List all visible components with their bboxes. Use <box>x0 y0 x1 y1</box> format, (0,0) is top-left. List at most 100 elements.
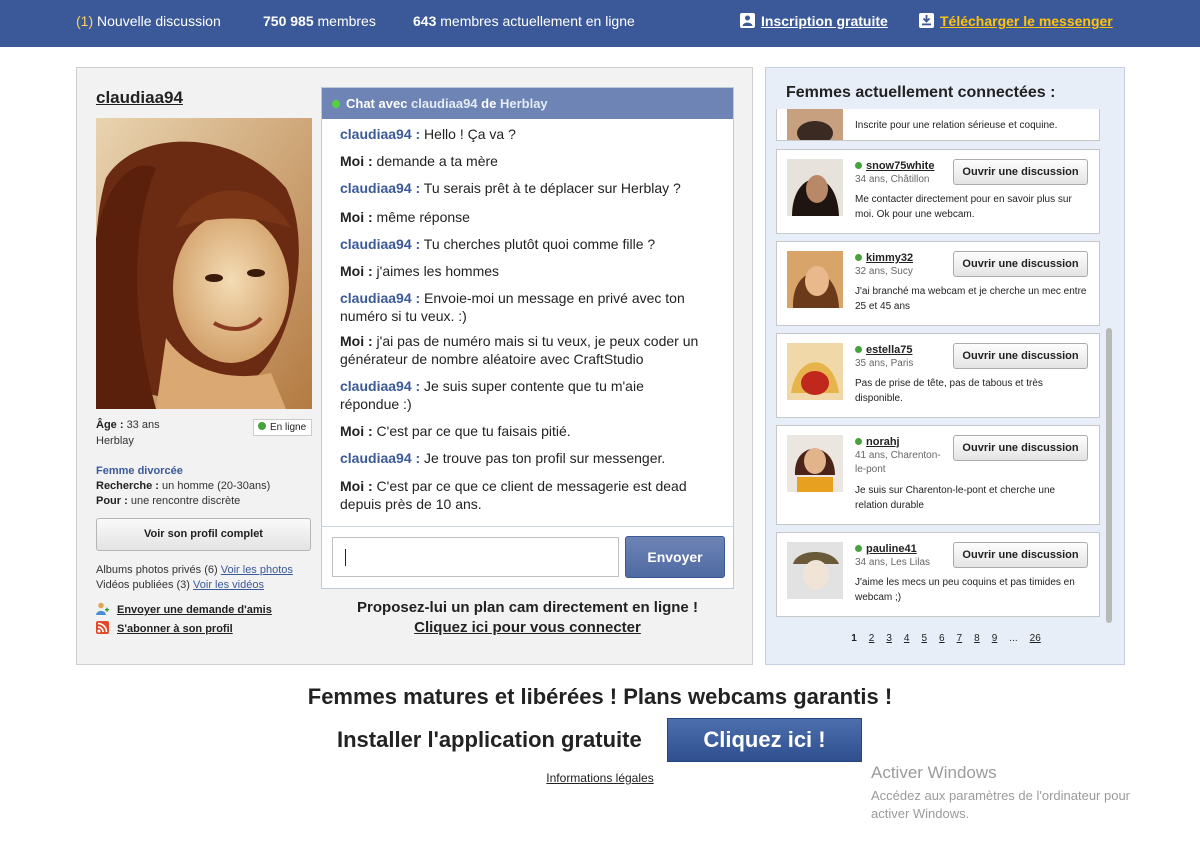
member-meta: 32 ans, Sucy <box>855 266 913 277</box>
purpose-value: une rencontre discrète <box>130 495 241 507</box>
windows-activation-watermark: Activer Windows Accédez aux paramètres d… <box>871 763 1161 823</box>
message-sender: claudiaa94 : <box>340 290 421 306</box>
friend-request-label: Envoyer une demande d'amis <box>117 604 272 616</box>
page-link[interactable]: 8 <box>974 633 980 644</box>
member-avatar[interactable] <box>787 343 843 400</box>
new-discussion-count: (1) <box>76 13 94 29</box>
page-link[interactable]: 7 <box>957 633 963 644</box>
message-text: Tu cherches plutôt quoi comme fille ? <box>423 236 656 252</box>
member-description: Inscrite pour une relation sérieuse et c… <box>855 120 1058 131</box>
add-friend-icon <box>96 602 109 615</box>
chat-header-mid: de <box>481 96 497 111</box>
view-full-profile-button[interactable]: Voir son profil complet <box>96 518 311 551</box>
chat-header-name: claudiaa94 <box>411 96 478 111</box>
connect-link[interactable]: Cliquez ici pour vous connecter <box>321 618 734 638</box>
message-text: Je trouve pas ton profil sur messenger. <box>424 450 666 466</box>
member-avatar[interactable] <box>787 159 843 216</box>
chat-divider <box>322 526 733 527</box>
chat-message: claudiaa94 : Je suis super contente que … <box>340 377 700 413</box>
member-name-label: pauline41 <box>866 543 917 555</box>
new-discussion-notice[interactable]: (1) Nouvelle discussion <box>76 13 221 29</box>
member-name[interactable]: snow75white <box>855 160 934 172</box>
download-icon <box>919 13 934 28</box>
chat-message: Moi : demande a ta mère <box>340 152 732 170</box>
promo-headline: Femmes matures et libérées ! Plans webca… <box>307 684 893 709</box>
page-link[interactable]: 5 <box>921 633 927 644</box>
member-name[interactable]: kimmy32 <box>855 252 913 264</box>
page-link[interactable]: 3 <box>886 633 892 644</box>
member-avatar[interactable] <box>787 109 843 140</box>
message-sender: Moi : <box>340 209 373 225</box>
member-avatar[interactable] <box>787 251 843 308</box>
profile-seeking-line: Recherche : un homme (20-30ans) <box>96 479 270 494</box>
legal-info-label[interactable]: Informations légales <box>546 771 653 785</box>
member-name-label: norahj <box>866 436 900 448</box>
subscribe-label: S'abonner à son profil <box>117 623 233 635</box>
age-value: 33 ans <box>126 419 160 431</box>
message-text: Tu serais prêt à te déplacer sur Herblay… <box>423 180 681 196</box>
chat-window: Chat avec claudiaa94 de Herblay claudiaa… <box>321 87 734 589</box>
pagination: 1 2 3 4 5 6 7 8 9... 26 <box>766 633 1126 644</box>
friend-request-link[interactable]: Envoyer une demande d'amis <box>96 602 272 616</box>
open-discussion-button[interactable]: Ouvrir une discussion <box>953 251 1088 277</box>
chat-message: Moi : j'aimes les hommes <box>340 262 732 280</box>
cam-proposal-text: Proposez-lui un plan cam directement en … <box>357 599 698 616</box>
chat-header: Chat avec claudiaa94 de Herblay <box>322 88 733 119</box>
profile-chat-panel: claudiaa94 Âge : 33 ans Herblay En ligne… <box>76 67 753 665</box>
signup-link[interactable]: Inscription gratuite <box>740 13 888 29</box>
page-ellipsis: ... <box>1009 633 1018 644</box>
page-link[interactable]: 26 <box>1030 633 1041 644</box>
download-messenger-link[interactable]: Télécharger le messenger <box>919 13 1113 29</box>
albums-text: Albums photos privés (6) <box>96 564 218 576</box>
user-icon <box>740 13 755 28</box>
members-label: membres <box>317 13 376 29</box>
open-discussion-button[interactable]: Ouvrir une discussion <box>953 435 1088 461</box>
message-sender: Moi : <box>340 263 373 279</box>
member-description: Pas de prise de tête, pas de tabous et t… <box>855 378 1043 404</box>
chat-header-prefix: Chat avec <box>346 96 408 111</box>
list-item: Inscrite pour une relation sérieuse et c… <box>776 109 1100 141</box>
message-text: Hello ! Ça va ? <box>424 126 516 142</box>
chat-online-dot-icon <box>332 100 340 108</box>
chat-message: Moi : C'est par ce que tu faisais pitié. <box>340 422 732 440</box>
list-item: pauline41 34 ans, Les Lilas Ouvrir une d… <box>776 532 1100 617</box>
online-dot-icon <box>855 438 862 445</box>
subscribe-link[interactable]: S'abonner à son profil <box>96 621 233 635</box>
page-link[interactable]: 1 <box>851 633 857 644</box>
open-discussion-button[interactable]: Ouvrir une discussion <box>953 343 1088 369</box>
page-link[interactable]: 9 <box>992 633 998 644</box>
chat-message-input[interactable] <box>332 537 619 577</box>
member-avatar[interactable] <box>787 435 843 492</box>
profile-city: Herblay <box>96 435 134 447</box>
view-photos-link[interactable]: Voir les photos <box>221 564 293 576</box>
profile-username[interactable]: claudiaa94 <box>96 88 183 108</box>
send-button[interactable]: Envoyer <box>625 536 725 578</box>
online-women-list: Inscrite pour une relation sérieuse et c… <box>776 109 1101 625</box>
videos-text: Vidéos publiées (3) <box>96 579 190 591</box>
page-link[interactable]: 4 <box>904 633 910 644</box>
member-name-label: estella75 <box>866 344 913 356</box>
message-sender: claudiaa94 : <box>340 126 421 142</box>
member-name[interactable]: estella75 <box>855 344 912 356</box>
open-discussion-button[interactable]: Ouvrir une discussion <box>953 542 1088 568</box>
chat-message: claudiaa94 : Hello ! Ça va ? <box>340 125 732 143</box>
list-scrollbar[interactable] <box>1106 328 1112 623</box>
message-sender: claudiaa94 : <box>340 378 421 394</box>
page-link[interactable]: 2 <box>869 633 875 644</box>
open-discussion-button[interactable]: Ouvrir une discussion <box>953 159 1088 185</box>
message-text: C'est par ce que ce client de messagerie… <box>340 478 687 512</box>
page-link[interactable]: 6 <box>939 633 945 644</box>
view-videos-link[interactable]: Voir les vidéos <box>193 579 264 591</box>
list-item: estella75 35 ans, Paris Ouvrir une discu… <box>776 333 1100 418</box>
cta-button[interactable]: Cliquez ici ! <box>667 718 862 762</box>
online-badge-label: En ligne <box>270 422 307 433</box>
message-text: C'est par ce que tu faisais pitié. <box>376 423 571 439</box>
online-dot-icon <box>855 545 862 552</box>
member-name[interactable]: norahj <box>855 436 900 448</box>
member-name-label: snow75white <box>866 160 935 172</box>
member-name[interactable]: pauline41 <box>855 543 917 555</box>
member-avatar[interactable] <box>787 542 843 599</box>
profile-photo[interactable] <box>96 118 312 409</box>
profile-marital-status: Femme divorcée <box>96 465 183 477</box>
online-label: membres actuellement en ligne <box>440 13 635 29</box>
